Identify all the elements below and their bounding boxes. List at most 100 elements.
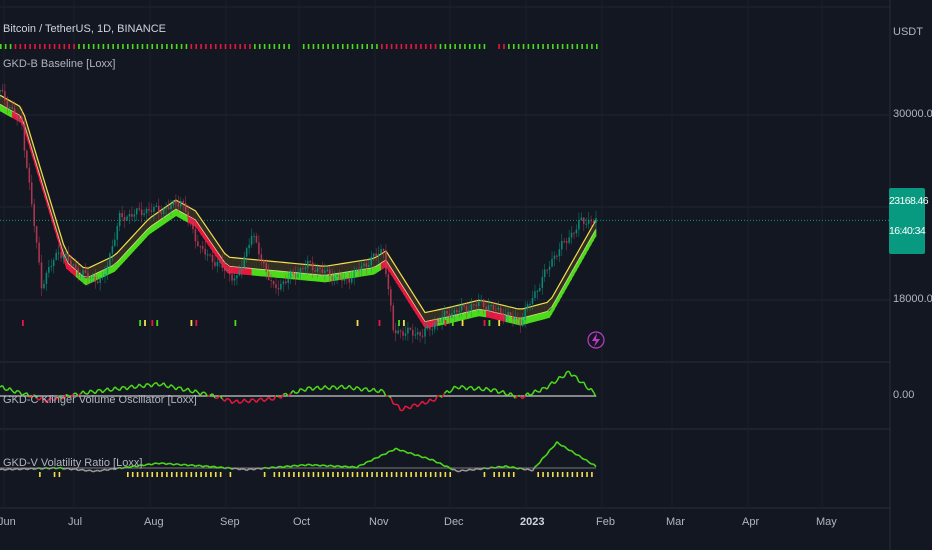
vol-signal-square (312, 472, 315, 477)
time-label: Dec (444, 516, 464, 528)
candle-body (519, 319, 522, 326)
osc-segment (356, 385, 360, 389)
osc-segment (182, 389, 186, 392)
vol-segment (173, 463, 177, 466)
candle-body (433, 323, 436, 330)
candles (0, 83, 597, 345)
signal-square (410, 44, 412, 49)
vol-segment (405, 451, 409, 454)
candle-body (397, 330, 399, 334)
candle-body (233, 278, 236, 281)
candle-body (35, 226, 38, 243)
signal-square (425, 44, 427, 49)
signal-square (258, 44, 261, 49)
time-axis[interactable]: Jun Jul Aug Sep Oct Nov Dec 2023 Feb Mar Apr May (0, 510, 890, 540)
osc-segment (158, 384, 162, 387)
signal-square (346, 44, 349, 49)
candle-body (192, 221, 194, 230)
osc-segment (400, 409, 404, 412)
baseline-shade (339, 263, 343, 274)
osc-segment (422, 400, 426, 405)
signal-square (195, 44, 198, 49)
signal-square (376, 44, 378, 49)
vol-segment (163, 462, 167, 466)
vol-signal-square (302, 472, 305, 477)
osc-segment (180, 386, 184, 392)
signal-square (517, 44, 520, 49)
vol-signal-square (317, 472, 320, 477)
signal-square (596, 44, 598, 49)
vol-signal-square (39, 472, 41, 477)
vol-segment (358, 463, 362, 467)
signal-square (78, 44, 80, 49)
last-price-badge: 23168.46 16:40:34 (889, 188, 929, 254)
vol-segment (19, 468, 23, 471)
candle-body (272, 280, 275, 285)
signal-square (586, 44, 588, 49)
signal-square (351, 44, 354, 49)
baseline-indicator-label[interactable]: GKD-B Baseline [Loxx] (3, 58, 116, 70)
vol-segment (280, 465, 284, 469)
candle-body (536, 290, 539, 292)
vol-signal-square (556, 472, 559, 477)
vol-segment (339, 465, 343, 468)
vol-segment (544, 453, 548, 458)
baseline-band (278, 270, 282, 279)
vol-signal-square (200, 472, 202, 477)
candle-body (255, 235, 258, 243)
candle-body (443, 310, 446, 317)
vol-segment (539, 458, 543, 464)
candle-body (341, 279, 343, 281)
vol-segment (187, 464, 191, 467)
candle-body (534, 291, 536, 298)
vol-segment (395, 447, 399, 451)
signal-square (508, 44, 510, 49)
vol-signal-square (361, 472, 364, 477)
osc-segment (324, 385, 328, 389)
signal-square (19, 44, 22, 49)
vol-segment (346, 465, 350, 469)
candle-body (236, 275, 238, 279)
signal-tick (234, 320, 237, 326)
vol-signal-square (190, 472, 193, 477)
vol-signal-square (376, 472, 378, 477)
osc-segment (226, 397, 230, 401)
vol-segment (397, 448, 402, 452)
signal-square (341, 44, 344, 49)
signal-square (83, 44, 85, 49)
vol-signal-square (351, 472, 354, 477)
volatility-indicator-label[interactable]: GKD-V Volatility Ratio [Loxx] (3, 457, 142, 469)
osc-segment (373, 387, 377, 393)
vol-signal-square (586, 472, 588, 477)
osc-segment (561, 376, 565, 379)
vol-segment (156, 462, 160, 465)
osc-segment (316, 385, 321, 390)
osc-segment (590, 387, 595, 393)
osc-segment (551, 381, 555, 385)
osc-segment (155, 382, 160, 387)
signal-square (576, 44, 579, 49)
vol-segment (304, 463, 309, 467)
signal-square (39, 44, 41, 49)
baseline-shade (254, 259, 257, 269)
signal-tick (144, 320, 146, 326)
time-label: Jul (68, 516, 83, 528)
klinger-indicator-label[interactable]: GKD-C Klinger Volume Oscillator [Loxx] (3, 394, 197, 406)
vol-segment (297, 464, 301, 468)
signal-square (156, 44, 158, 49)
candle-body (331, 276, 333, 281)
candle-body (101, 277, 104, 279)
candle-body (82, 270, 84, 276)
candle-body (470, 304, 473, 310)
symbol-title[interactable]: Bitcoin / TetherUS, 1D, BINANCE (3, 23, 166, 35)
vol-segment (165, 462, 169, 466)
candle-body (277, 288, 280, 290)
signal-square (283, 44, 285, 49)
vol-segment (541, 455, 546, 460)
candle-body (21, 118, 23, 125)
candle-body (67, 253, 70, 261)
candle-body (595, 218, 597, 224)
osc-segment (134, 386, 138, 390)
signal-square (214, 44, 217, 49)
vol-signal-square (166, 472, 168, 477)
